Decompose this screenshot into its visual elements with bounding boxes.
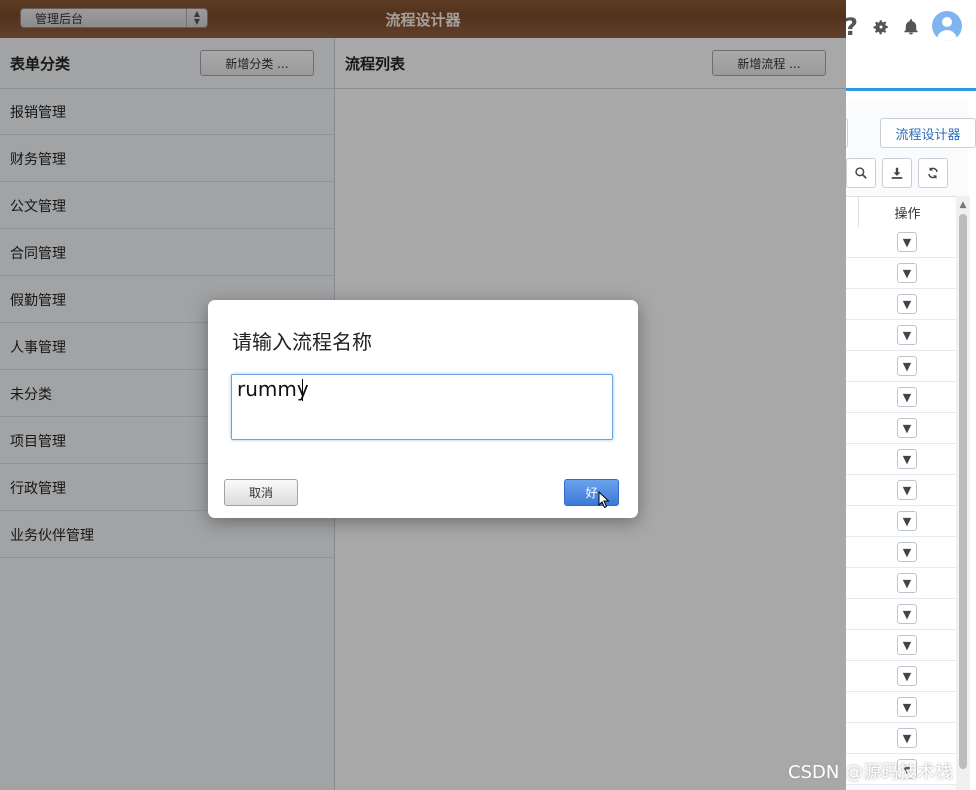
row-action-dropdown[interactable]: ▼: [897, 666, 917, 686]
row-action-dropdown[interactable]: ▼: [897, 480, 917, 500]
row-action-dropdown[interactable]: ▼: [897, 325, 917, 345]
flow-name-dialog: 请输入流程名称 rummy 取消 好: [208, 300, 638, 518]
row-action-dropdown[interactable]: ▼: [897, 263, 917, 283]
table-row: ▼: [846, 413, 956, 444]
table-row: ▼: [846, 475, 956, 506]
table-row: ▼: [846, 444, 956, 475]
table-row: ▼: [846, 599, 956, 630]
download-button[interactable]: [882, 158, 912, 188]
row-action-dropdown[interactable]: ▼: [897, 356, 917, 376]
table-row: ▼: [846, 351, 956, 382]
background-app: ? 流程设计器 操作 ▼ ▼ ▼ ▼ ▼ ▼ ▼ ▼ ▼ ▼ ▼ ▼ ▼ ▼ ▼…: [840, 0, 976, 790]
table-row: ▼: [846, 227, 956, 258]
cancel-button[interactable]: 取消: [224, 479, 298, 506]
text-caret: [302, 379, 303, 401]
table-row: ▼: [846, 506, 956, 537]
row-action-dropdown[interactable]: ▼: [897, 604, 917, 624]
dialog-title: 请输入流程名称: [232, 330, 372, 354]
table-row: ▼: [846, 537, 956, 568]
ok-button[interactable]: 好: [564, 479, 619, 506]
watermark: CSDN @源码技术栈: [788, 762, 954, 783]
row-action-dropdown[interactable]: ▼: [897, 728, 917, 748]
row-action-dropdown[interactable]: ▼: [897, 511, 917, 531]
row-action-dropdown[interactable]: ▼: [897, 697, 917, 717]
table-row: ▼: [846, 382, 956, 413]
vertical-scrollbar[interactable]: ▲: [956, 196, 970, 790]
search-icon: [855, 167, 867, 179]
table-row: ▼: [846, 320, 956, 351]
refresh-icon: [928, 167, 938, 179]
header-accent-line: [846, 88, 976, 91]
flow-name-input[interactable]: rummy: [231, 374, 613, 440]
row-action-dropdown[interactable]: ▼: [897, 542, 917, 562]
row-action-dropdown[interactable]: ▼: [897, 294, 917, 314]
scrollbar-thumb[interactable]: [959, 214, 967, 769]
table-row: ▼: [846, 568, 956, 599]
row-action-dropdown[interactable]: ▼: [897, 418, 917, 438]
header-icons: ?: [844, 11, 976, 42]
search-button[interactable]: [846, 158, 876, 188]
table-row: ▼: [846, 289, 956, 320]
download-icon: [891, 167, 903, 179]
row-action-dropdown[interactable]: ▼: [897, 232, 917, 252]
table-body: ▼ ▼ ▼ ▼ ▼ ▼ ▼ ▼ ▼ ▼ ▼ ▼ ▼ ▼ ▼ ▼ ▼ ▼: [846, 227, 956, 785]
table-row: ▼: [846, 630, 956, 661]
scroll-up-arrow-icon[interactable]: ▲: [956, 198, 970, 212]
table-row: ▼: [846, 723, 956, 754]
refresh-button[interactable]: [918, 158, 948, 188]
table-row: ▼: [846, 661, 956, 692]
flow-designer-button[interactable]: 流程设计器: [880, 118, 976, 148]
table-row: ▼: [846, 692, 956, 723]
column-header-operation: 操作: [894, 206, 921, 222]
flow-designer-window: 管理后台 ▲ ▼ 流程设计器 表单分类 新增分类 ... 报销管理 财务管理 公文…: [0, 0, 846, 790]
row-action-dropdown[interactable]: ▼: [897, 573, 917, 593]
row-action-dropdown[interactable]: ▼: [897, 635, 917, 655]
gear-icon[interactable]: [870, 12, 892, 42]
row-action-dropdown[interactable]: ▼: [897, 449, 917, 469]
mouse-pointer-icon: [598, 491, 610, 509]
bell-icon[interactable]: [900, 12, 922, 42]
user-avatar-icon[interactable]: [932, 11, 962, 41]
table-header: 操作: [846, 196, 956, 228]
row-action-dropdown[interactable]: ▼: [897, 387, 917, 407]
table-row: ▼: [846, 258, 956, 289]
